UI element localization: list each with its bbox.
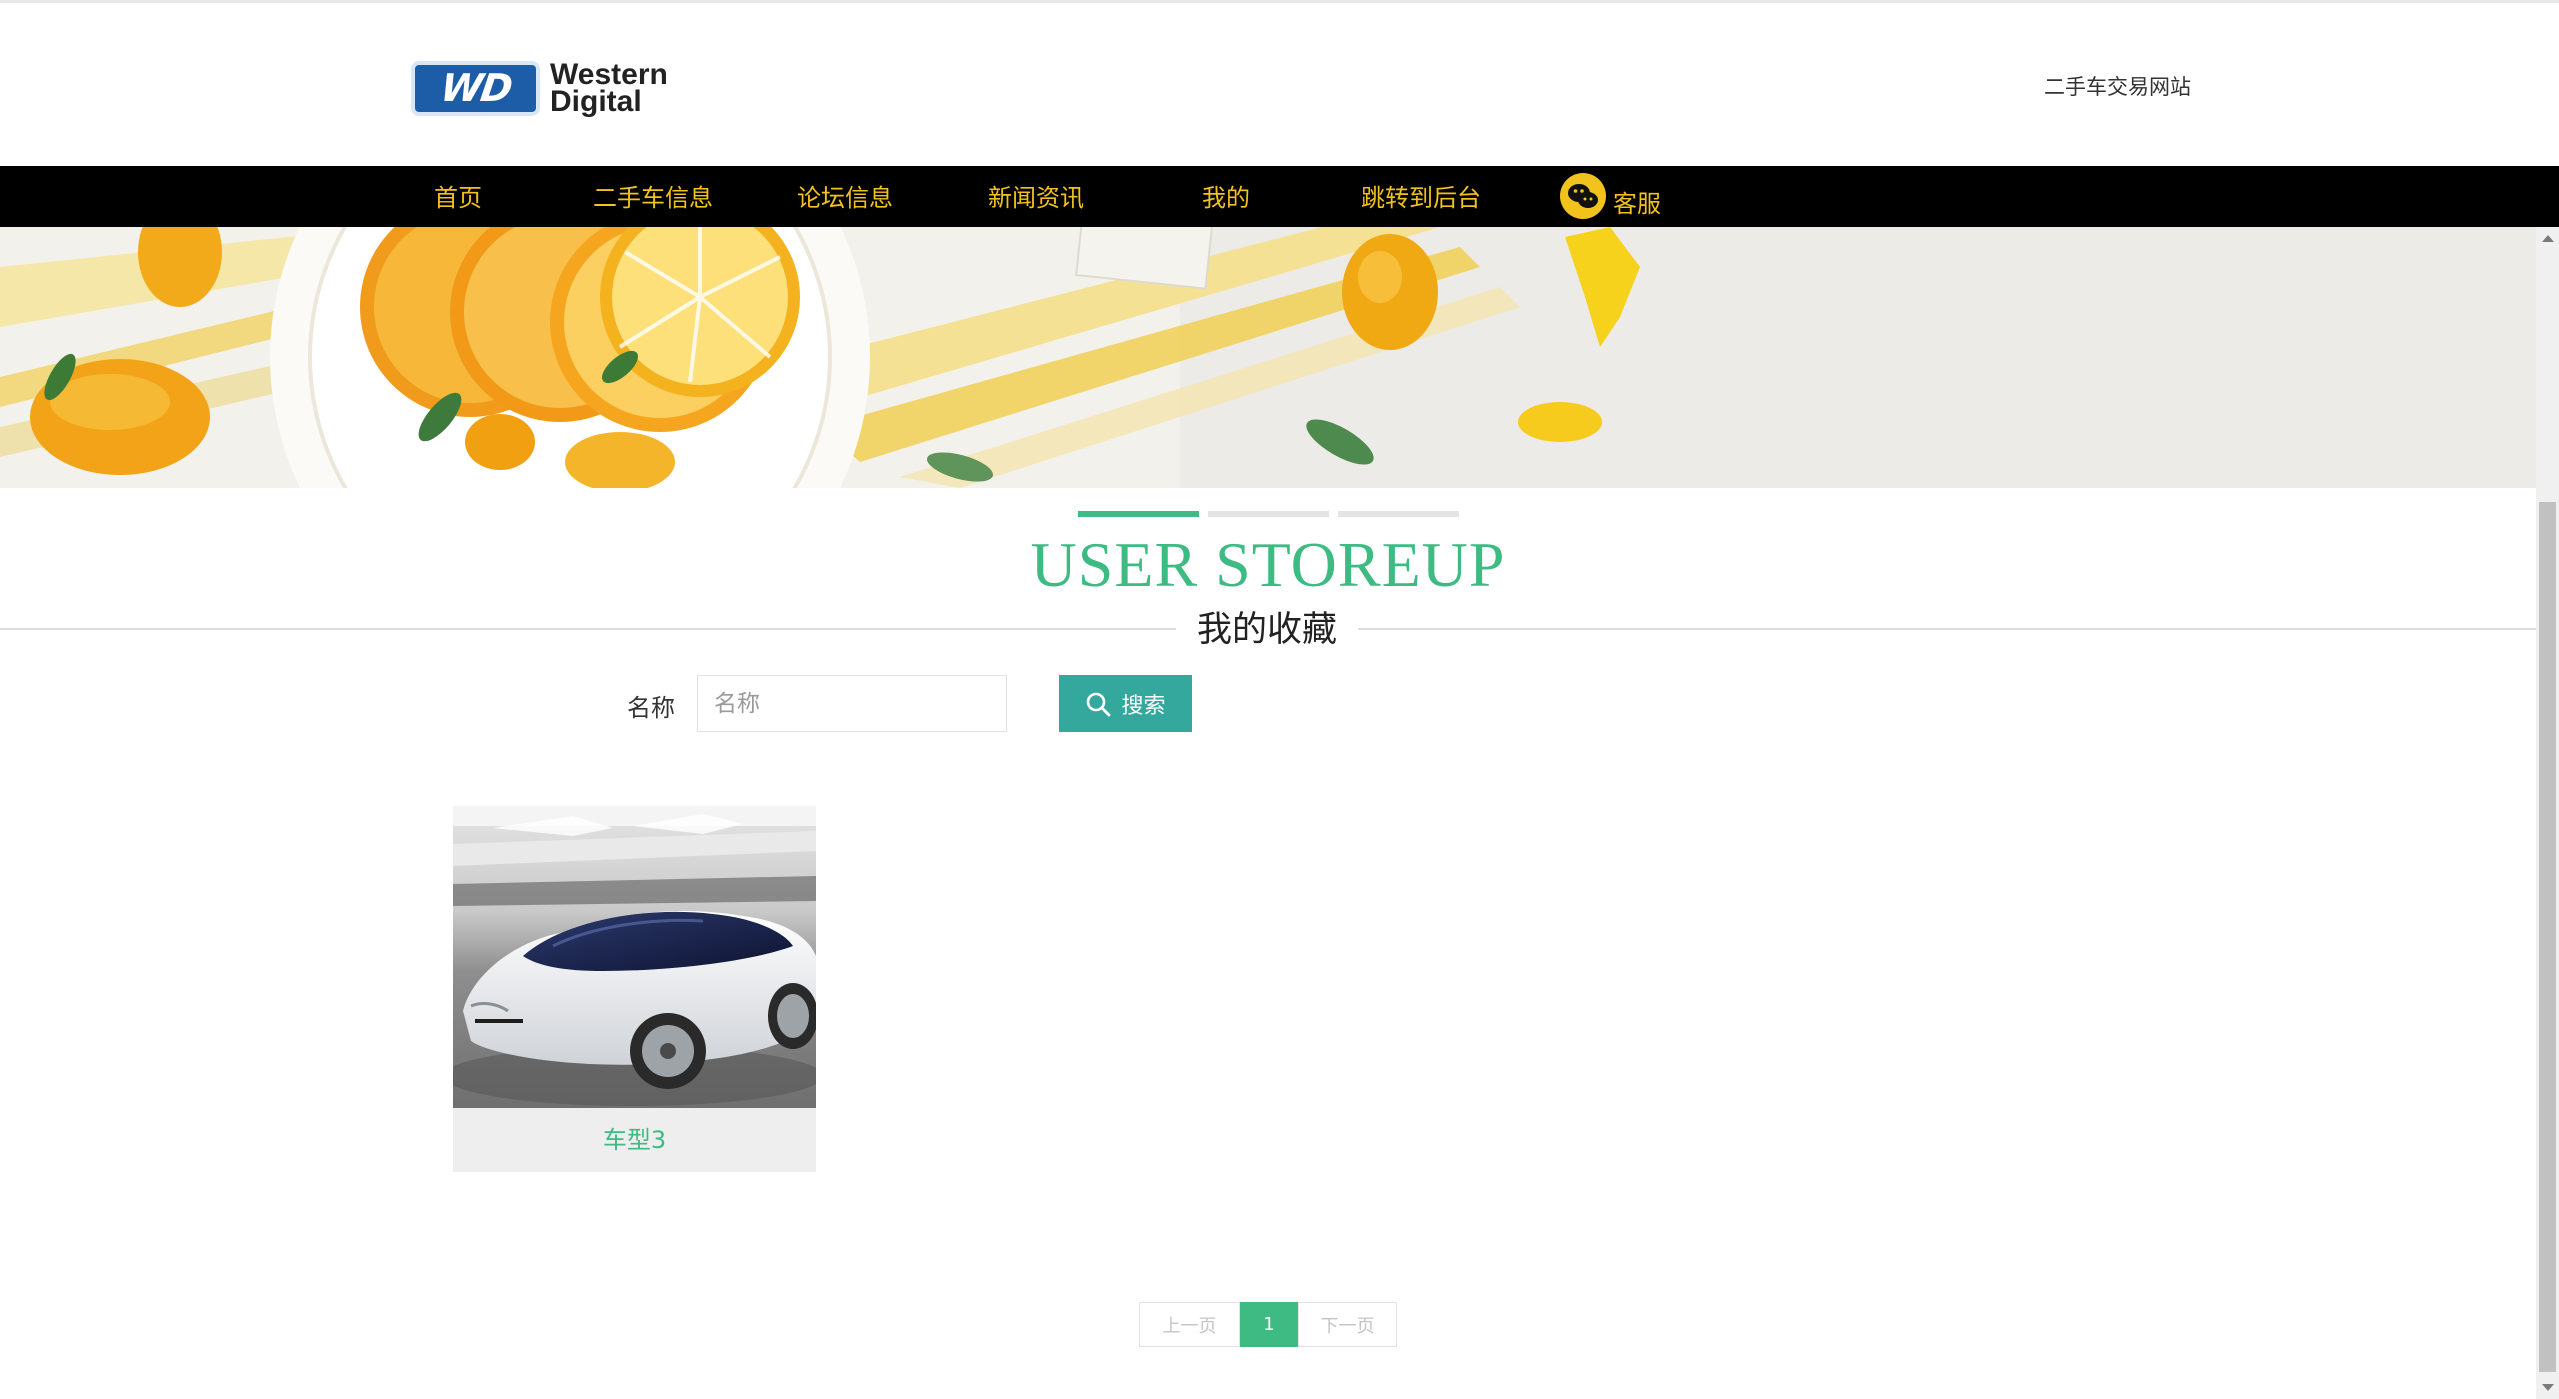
logo-badge: WD [411, 60, 540, 116]
card-title[interactable]: 车型3 [453, 1108, 816, 1172]
page-number-current[interactable]: 1 [1240, 1302, 1298, 1347]
nav-item-mine[interactable]: 我的 [1202, 166, 1250, 227]
banner-svg [0, 227, 2536, 488]
title-bar-active [1078, 511, 1199, 517]
search-icon [1087, 692, 1111, 716]
nav-item-service[interactable]: 客服 [1613, 172, 1661, 233]
search-label: 名称 [627, 694, 675, 722]
section-title-en: USER STOREUP [1030, 529, 1506, 600]
search-button[interactable]: 搜索 [1059, 675, 1192, 732]
header: WD Western Digital 二手车交易网站 [0, 3, 2536, 165]
logo-words: Western Digital [550, 58, 668, 118]
favorite-card[interactable]: 车型3 [453, 806, 816, 1172]
next-page-button[interactable]: 下一页 [1298, 1302, 1397, 1347]
prev-page-button[interactable]: 上一页 [1139, 1302, 1240, 1347]
site-name: 二手车交易网站 [2044, 75, 2191, 99]
scroll-up-icon[interactable] [2542, 235, 2554, 242]
search-input[interactable] [697, 675, 1007, 732]
banner-image [0, 227, 2536, 488]
card-image[interactable] [453, 806, 816, 1108]
search-button-label: 搜索 [1121, 693, 1166, 719]
nav-item-forum[interactable]: 论坛信息 [797, 166, 893, 227]
scroll-thumb[interactable] [2539, 502, 2556, 1372]
title-decoration [1078, 511, 1459, 517]
car-image-svg [453, 806, 816, 1108]
title-bar [1338, 511, 1459, 517]
section-title-cn: 我的收藏 [1176, 605, 1358, 655]
nav-item-used-cars[interactable]: 二手车信息 [593, 166, 713, 227]
scroll-down-icon[interactable] [2542, 1384, 2554, 1391]
nav-item-admin[interactable]: 跳转到后台 [1361, 166, 1481, 227]
wechat-icon-svg [1568, 184, 1598, 208]
logo-badge-text: WD [437, 66, 514, 110]
page-scrollbar[interactable] [2536, 227, 2559, 1399]
title-bar [1208, 511, 1329, 517]
pagination: 上一页 1 下一页 [1139, 1302, 1397, 1347]
logo-line-western: Western [550, 58, 668, 91]
nav-item-news[interactable]: 新闻资讯 [988, 166, 1084, 227]
site-logo[interactable]: WD Western Digital [411, 57, 701, 119]
main-nav: 首页 二手车信息 论坛信息 新闻资讯 我的 跳转到后台 客服 [0, 166, 2559, 227]
page: WD Western Digital 二手车交易网站 首页 二手车信息 论坛信息… [0, 0, 2559, 1399]
nav-item-home[interactable]: 首页 [434, 166, 482, 227]
logo-line-digital: Digital [550, 85, 642, 118]
wechat-icon[interactable] [1560, 173, 1606, 219]
